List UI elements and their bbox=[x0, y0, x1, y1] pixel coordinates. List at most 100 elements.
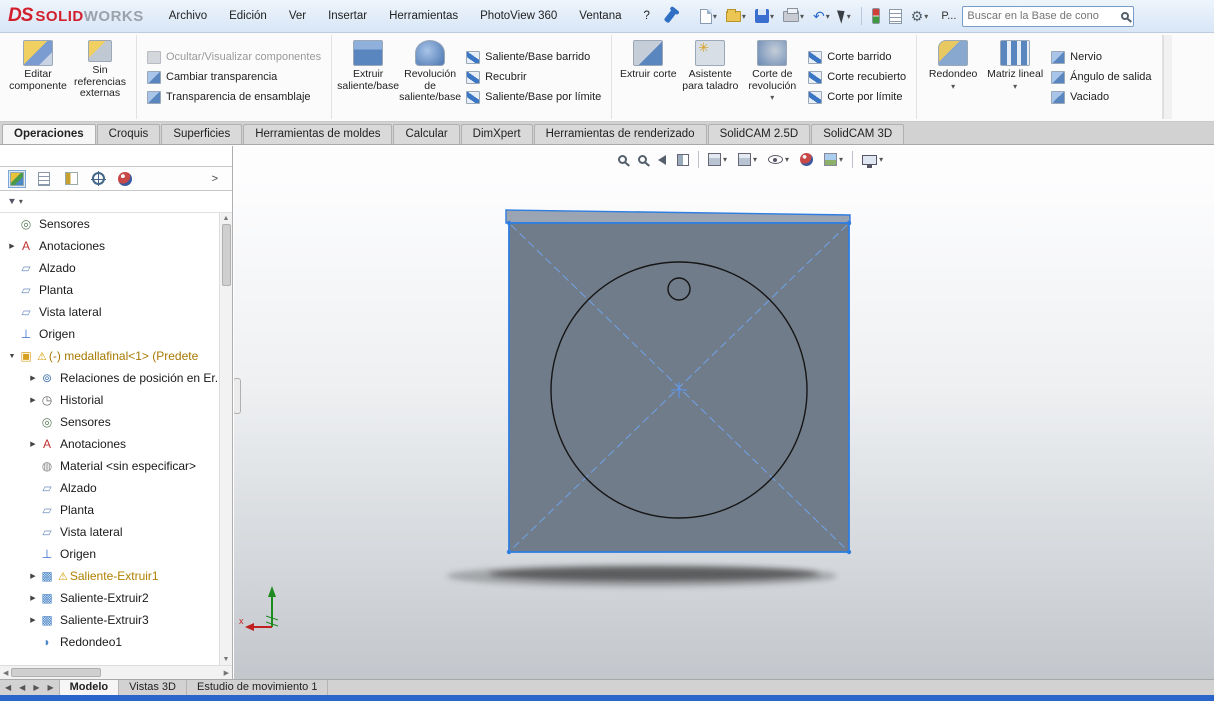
scrollbar-thumb[interactable] bbox=[11, 668, 102, 677]
filter-caret-icon[interactable]: ▾ bbox=[19, 197, 23, 206]
tab-solidcam-3d[interactable]: SolidCAM 3D bbox=[811, 124, 905, 144]
search-input[interactable] bbox=[967, 10, 1122, 22]
tree-item[interactable]: ▶ A Anotaciones bbox=[0, 235, 219, 257]
rebuild-button[interactable] bbox=[869, 6, 883, 26]
options-button[interactable]: ⚙ ▾ bbox=[908, 7, 932, 25]
tree-item[interactable]: ▱ Alzado bbox=[0, 257, 219, 279]
tree-item[interactable]: ▱ Alzado bbox=[0, 477, 219, 499]
menu-edicion[interactable]: Edición bbox=[218, 6, 278, 26]
tab-scroll-next-icon[interactable]: ▶ bbox=[31, 683, 41, 692]
tab-solidcam-25d[interactable]: SolidCAM 2.5D bbox=[707, 124, 811, 144]
draft-button[interactable]: Ángulo de salida bbox=[1048, 70, 1154, 85]
tab-calcular[interactable]: Calcular bbox=[393, 124, 460, 144]
expand-arrow-icon[interactable]: ▶ bbox=[27, 374, 39, 382]
no-external-references-button[interactable]: Sin referencias externas bbox=[69, 35, 131, 119]
tab-superficies[interactable]: Superficies bbox=[161, 124, 243, 144]
tree-item[interactable]: ▶ A Anotaciones bbox=[0, 433, 219, 455]
extrude-cut-button[interactable]: Extruir corte bbox=[617, 35, 679, 119]
tree-item[interactable]: ▱ Planta bbox=[0, 279, 219, 301]
tree-item[interactable]: ▶ ◷ Historial bbox=[0, 389, 219, 411]
dropdown-caret-icon[interactable]: ▾ bbox=[1013, 81, 1017, 93]
menu-help[interactable]: ? bbox=[633, 6, 661, 26]
expand-arrow-icon[interactable]: ▶ bbox=[27, 594, 39, 602]
undo-button[interactable]: ↶ ▾ bbox=[810, 7, 833, 25]
assembly-transparency-button[interactable]: Transparencia de ensamblaje bbox=[144, 90, 324, 105]
hide-show-components-button[interactable]: Ocultar/Visualizar componentes bbox=[144, 50, 324, 65]
tree-item[interactable]: ◎ Sensores bbox=[0, 411, 219, 433]
select-button[interactable]: ▾ bbox=[836, 7, 854, 25]
save-button[interactable]: ▾ bbox=[752, 7, 777, 25]
featuremanager-tree-tab[interactable] bbox=[8, 169, 26, 188]
tab-herramientas-de-moldes[interactable]: Herramientas de moldes bbox=[243, 124, 393, 144]
search-icon[interactable] bbox=[1121, 12, 1130, 20]
tab-estudio-de-movimiento[interactable]: Estudio de movimiento 1 bbox=[187, 680, 329, 695]
expand-arrow-icon[interactable]: ▶ bbox=[6, 242, 18, 250]
menu-insertar[interactable]: Insertar bbox=[317, 6, 378, 26]
expand-arrow-icon[interactable]: ▶ bbox=[27, 396, 39, 404]
menu-herramientas[interactable]: Herramientas bbox=[378, 6, 469, 26]
change-transparency-button[interactable]: Cambiar transparencia bbox=[144, 70, 324, 85]
swept-cut-button[interactable]: Corte barrido bbox=[805, 50, 909, 65]
tree-horizontal-scrollbar[interactable]: ◀ ▶ bbox=[0, 665, 232, 679]
dropdown-caret-icon[interactable]: ▾ bbox=[770, 92, 774, 104]
expand-arrow-icon[interactable]: ▶ bbox=[27, 440, 39, 448]
expand-arrow-icon[interactable]: ▶ bbox=[27, 572, 39, 580]
tree-item[interactable]: ◗ Redondeo1 bbox=[0, 631, 219, 653]
tree-item[interactable]: ▱ Vista lateral bbox=[0, 301, 219, 323]
tree-item[interactable]: ◍ Material <sin especificar> bbox=[0, 455, 219, 477]
scroll-right-icon[interactable]: ▶ bbox=[221, 669, 232, 677]
scrollbar-thumb[interactable] bbox=[221, 224, 231, 286]
tree-item[interactable]: ▶ ⊚ Relaciones de posición en Er... bbox=[0, 367, 219, 389]
pin-menu-icon[interactable] bbox=[663, 9, 677, 23]
expand-arrow-icon[interactable]: ▼ bbox=[6, 353, 18, 360]
lofted-cut-button[interactable]: Corte recubierto bbox=[805, 70, 909, 85]
tab-croquis[interactable]: Croquis bbox=[96, 124, 161, 144]
graphics-viewport[interactable]: ▾ ▾ ▾ ▾ ▾ x bbox=[234, 146, 1214, 679]
menu-ventana[interactable]: Ventana bbox=[568, 6, 632, 26]
scroll-down-icon[interactable]: ▼ bbox=[223, 654, 230, 665]
file-properties-button[interactable] bbox=[886, 7, 905, 26]
fillet-button[interactable]: Redondeo ▾ bbox=[922, 35, 984, 119]
new-document-button[interactable]: ▾ bbox=[697, 7, 720, 26]
menu-ver[interactable]: Ver bbox=[278, 6, 317, 26]
shell-button[interactable]: Vaciado bbox=[1048, 90, 1154, 105]
expand-arrow-icon[interactable]: ▶ bbox=[27, 616, 39, 624]
tree-item[interactable]: ▱ Planta bbox=[0, 499, 219, 521]
scroll-left-icon[interactable]: ◀ bbox=[0, 669, 11, 677]
rib-button[interactable]: Nervio bbox=[1048, 50, 1154, 65]
tab-vistas-3d[interactable]: Vistas 3D bbox=[119, 680, 187, 695]
tree-item[interactable]: ▶ ▩ ⚠ Saliente-Extruir1 bbox=[0, 565, 219, 587]
tab-scroll-prev-icon[interactable]: ◀ bbox=[17, 683, 27, 692]
tree-item[interactable]: ▼ ▣ ⚠ (-) medallafinal<1> (Predete bbox=[0, 345, 219, 367]
tree-item[interactable]: ◎ Sensores bbox=[0, 213, 219, 235]
extrude-boss-button[interactable]: Extruir saliente/base bbox=[337, 35, 399, 119]
tree-item[interactable]: ▶ ▩ Saliente-Extruir2 bbox=[0, 587, 219, 609]
edit-component-button[interactable]: Editar componente bbox=[7, 35, 69, 119]
menu-archivo[interactable]: Archivo bbox=[158, 6, 218, 26]
tree-item[interactable]: ▱ Vista lateral bbox=[0, 521, 219, 543]
print-button[interactable]: ▾ bbox=[780, 7, 807, 24]
boundary-boss-button[interactable]: Saliente/Base por límite bbox=[463, 90, 604, 105]
dimxpertmanager-tab[interactable] bbox=[89, 170, 107, 188]
open-document-button[interactable]: ▾ bbox=[723, 8, 749, 24]
revolve-cut-button[interactable]: Corte de revolución ▾ bbox=[741, 35, 803, 119]
tab-scroll-end-icon[interactable]: ▶ bbox=[45, 683, 55, 692]
model-canvas[interactable]: x bbox=[234, 146, 1214, 679]
tab-dimxpert[interactable]: DimXpert bbox=[460, 124, 533, 144]
tab-operaciones[interactable]: Operaciones bbox=[2, 124, 96, 144]
dropdown-caret-icon[interactable]: ▾ bbox=[951, 81, 955, 93]
menu-photoview[interactable]: PhotoView 360 bbox=[469, 6, 568, 26]
tree-item[interactable]: ▶ ▩ Saliente-Extruir3 bbox=[0, 609, 219, 631]
swept-boss-button[interactable]: Saliente/Base barrido bbox=[463, 50, 604, 65]
loft-boss-button[interactable]: Recubrir bbox=[463, 70, 604, 85]
hole-wizard-button[interactable]: Asistente para taladro bbox=[679, 35, 741, 119]
propertymanager-tab[interactable] bbox=[35, 170, 53, 188]
panel-expand-chevron[interactable]: > bbox=[206, 171, 224, 187]
linear-pattern-button[interactable]: Matriz lineal ▾ bbox=[984, 35, 1046, 119]
tab-modelo[interactable]: Modelo bbox=[58, 680, 120, 695]
tab-scroll-start-icon[interactable]: ◀ bbox=[3, 683, 13, 692]
tab-herramientas-de-renderizado[interactable]: Herramientas de renderizado bbox=[533, 124, 707, 144]
filter-funnel-icon[interactable]: ▼ bbox=[7, 197, 17, 207]
displaymanager-tab[interactable] bbox=[116, 170, 134, 188]
tree-item[interactable]: ⊥ Origen bbox=[0, 323, 219, 345]
